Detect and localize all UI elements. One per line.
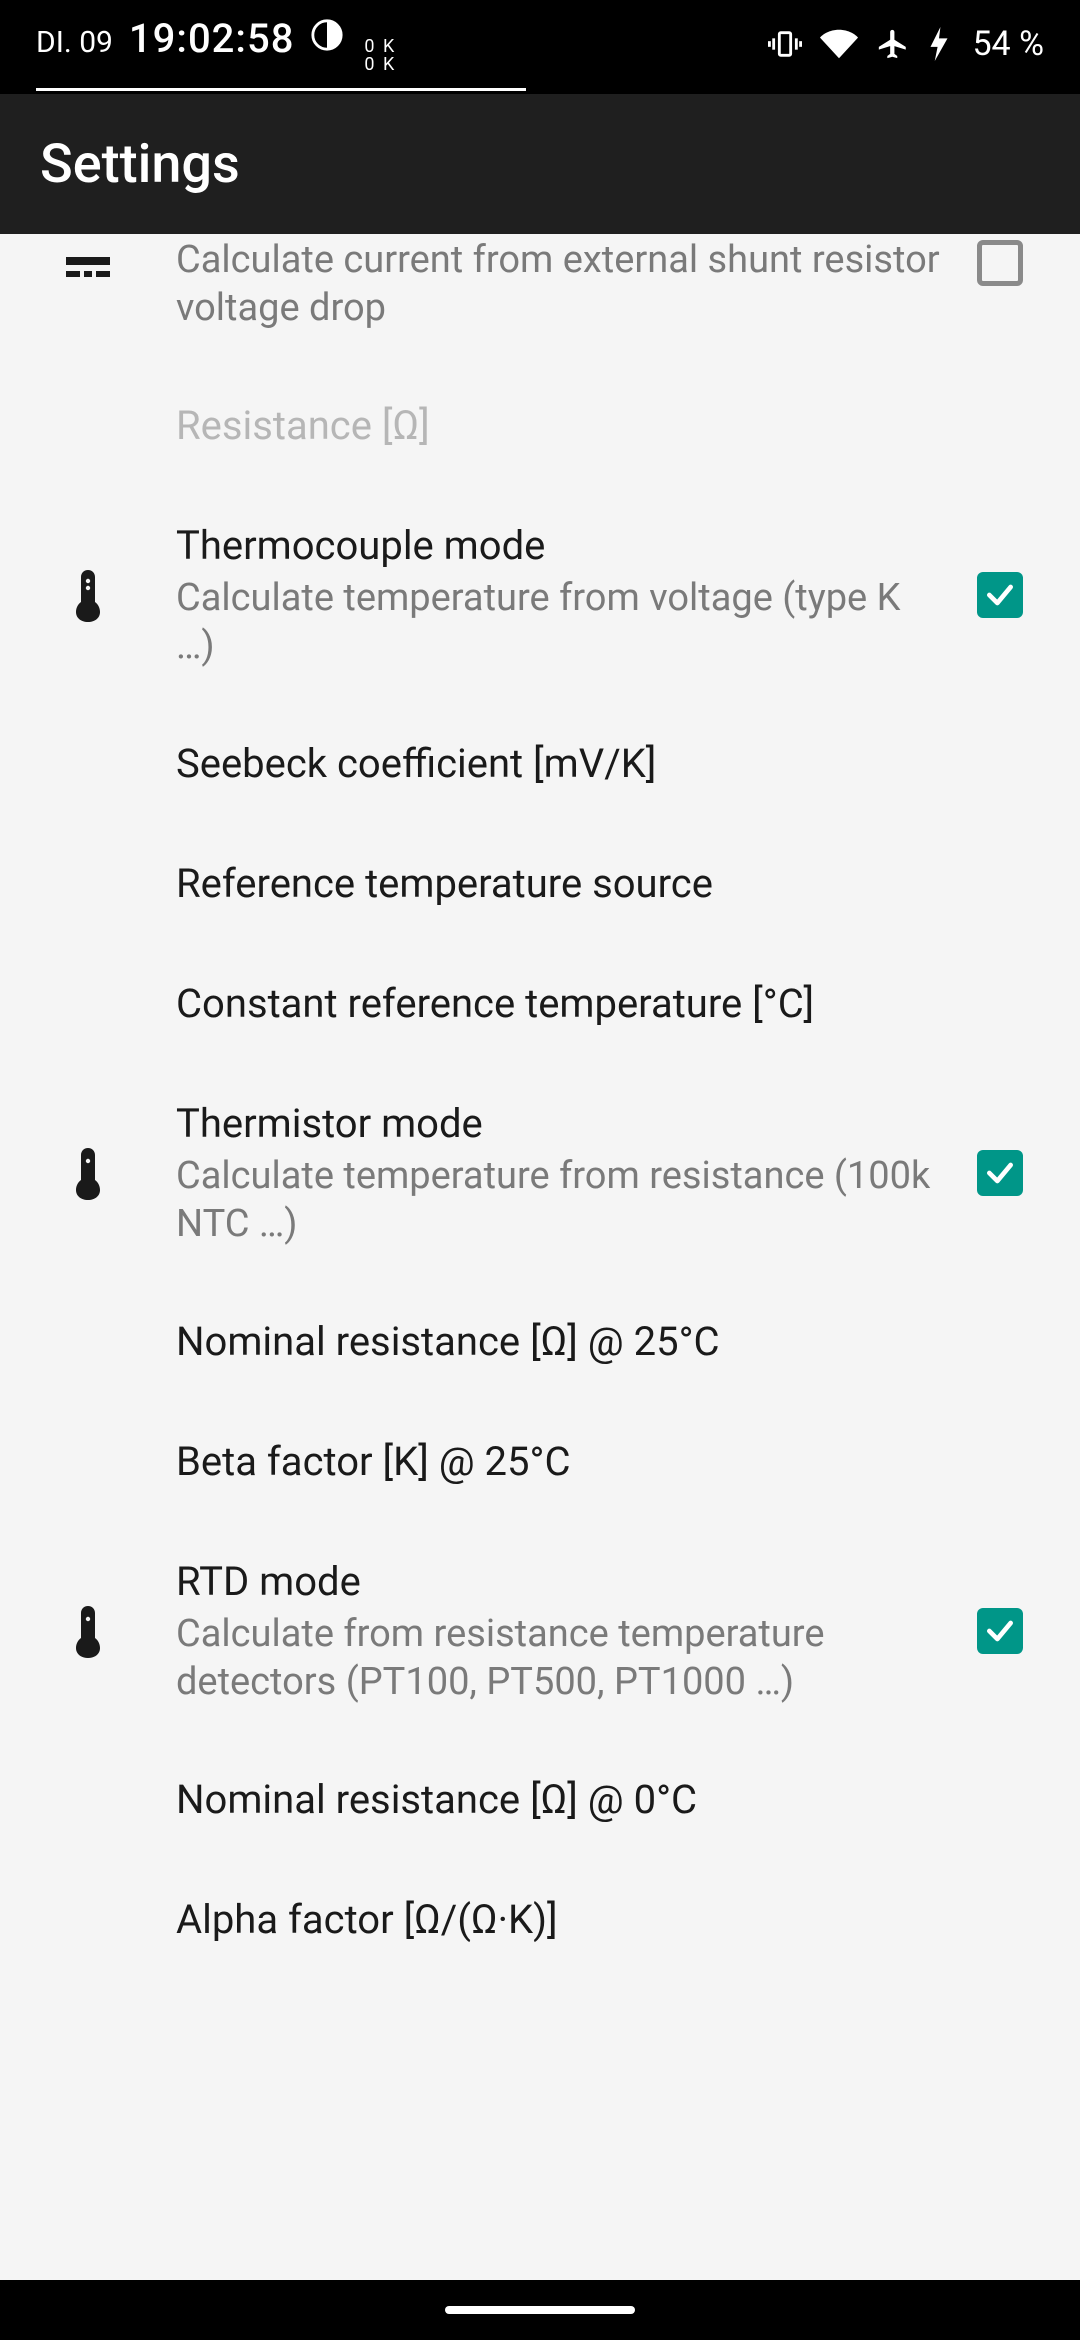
gesture-handle[interactable] <box>445 2306 635 2314</box>
setting-title: Beta factor [K] @ 25°C <box>176 1436 940 1488</box>
status-right: 54 % <box>768 24 1044 64</box>
status-bar: DI. 09 19:02:58 0 K 0 K 54 % <box>0 0 1080 88</box>
thermistor-checkbox[interactable] <box>977 1150 1023 1196</box>
wifi-icon <box>820 25 858 63</box>
thermometer-icon <box>75 570 101 626</box>
app-bar: Settings <box>0 94 1080 234</box>
thermocouple-checkbox[interactable] <box>977 572 1023 618</box>
setting-subtitle: Calculate from resistance temperature de… <box>176 1610 940 1706</box>
do-not-disturb-icon <box>310 18 344 61</box>
setting-title: RTD mode <box>176 1556 940 1608</box>
setting-alpha-factor[interactable]: Alpha factor [Ω/(Ω·K)] <box>0 1860 1080 1956</box>
setting-constant-reference-temp[interactable]: Constant reference temperature [°C] <box>0 944 1080 1064</box>
setting-title: Seebeck coefficient [mV/K] <box>176 738 940 790</box>
setting-title: Alpha factor [Ω/(Ω·K)] <box>176 1894 940 1946</box>
setting-nominal-resistance-0c[interactable]: Nominal resistance [Ω] @ 0°C <box>0 1740 1080 1860</box>
setting-seebeck-coefficient[interactable]: Seebeck coefficient [mV/K] <box>0 704 1080 824</box>
setting-title: Constant reference temperature [°C] <box>176 978 940 1030</box>
thermometer-icon <box>75 1148 101 1204</box>
setting-shunt-resistance[interactable]: Resistance [Ω] <box>0 366 1080 486</box>
setting-title: Nominal resistance [Ω] @ 25°C <box>176 1316 940 1368</box>
shunt-icon <box>66 257 110 291</box>
setting-rtd-mode[interactable]: RTD mode Calculate from resistance tempe… <box>0 1522 1080 1740</box>
setting-thermocouple-mode[interactable]: Thermocouple mode Calculate temperature … <box>0 486 1080 704</box>
setting-title: Resistance [Ω] <box>176 400 940 452</box>
airplane-mode-icon <box>876 27 910 61</box>
vibrate-icon <box>768 27 802 61</box>
setting-subtitle: Calculate temperature from voltage (type… <box>176 574 940 670</box>
shunt-checkbox[interactable] <box>977 240 1023 286</box>
setting-reference-temp-source[interactable]: Reference temperature source <box>0 824 1080 944</box>
rtd-checkbox[interactable] <box>977 1608 1023 1654</box>
settings-list[interactable]: Calculate current from external shunt re… <box>0 234 1080 2280</box>
status-underline-row <box>0 88 1080 94</box>
page-title: Settings <box>40 133 240 196</box>
navigation-bar <box>0 2280 1080 2340</box>
setting-title: Nominal resistance [Ω] @ 0°C <box>176 1774 940 1826</box>
thermometer-icon <box>75 1606 101 1662</box>
battery-percentage: 54 % <box>972 24 1044 64</box>
status-time: 19:02:58 <box>129 15 295 62</box>
status-date: DI. 09 <box>36 25 113 60</box>
status-left: DI. 09 19:02:58 0 K 0 K <box>36 15 396 74</box>
setting-shunt-mode[interactable]: Calculate current from external shunt re… <box>0 234 1080 366</box>
setting-subtitle: Calculate current from external shunt re… <box>176 236 940 332</box>
setting-beta-factor[interactable]: Beta factor [K] @ 25°C <box>0 1402 1080 1522</box>
setting-nominal-resistance-25c[interactable]: Nominal resistance [Ω] @ 25°C <box>0 1282 1080 1402</box>
setting-title: Thermocouple mode <box>176 520 940 572</box>
setting-title: Thermistor mode <box>176 1098 940 1150</box>
setting-subtitle: Calculate temperature from resistance (1… <box>176 1152 940 1248</box>
status-ok-indicator: 0 K 0 K <box>360 38 396 74</box>
setting-title: Reference temperature source <box>176 858 940 910</box>
status-underline <box>36 88 526 91</box>
charging-icon <box>928 27 950 61</box>
setting-thermistor-mode[interactable]: Thermistor mode Calculate temperature fr… <box>0 1064 1080 1282</box>
